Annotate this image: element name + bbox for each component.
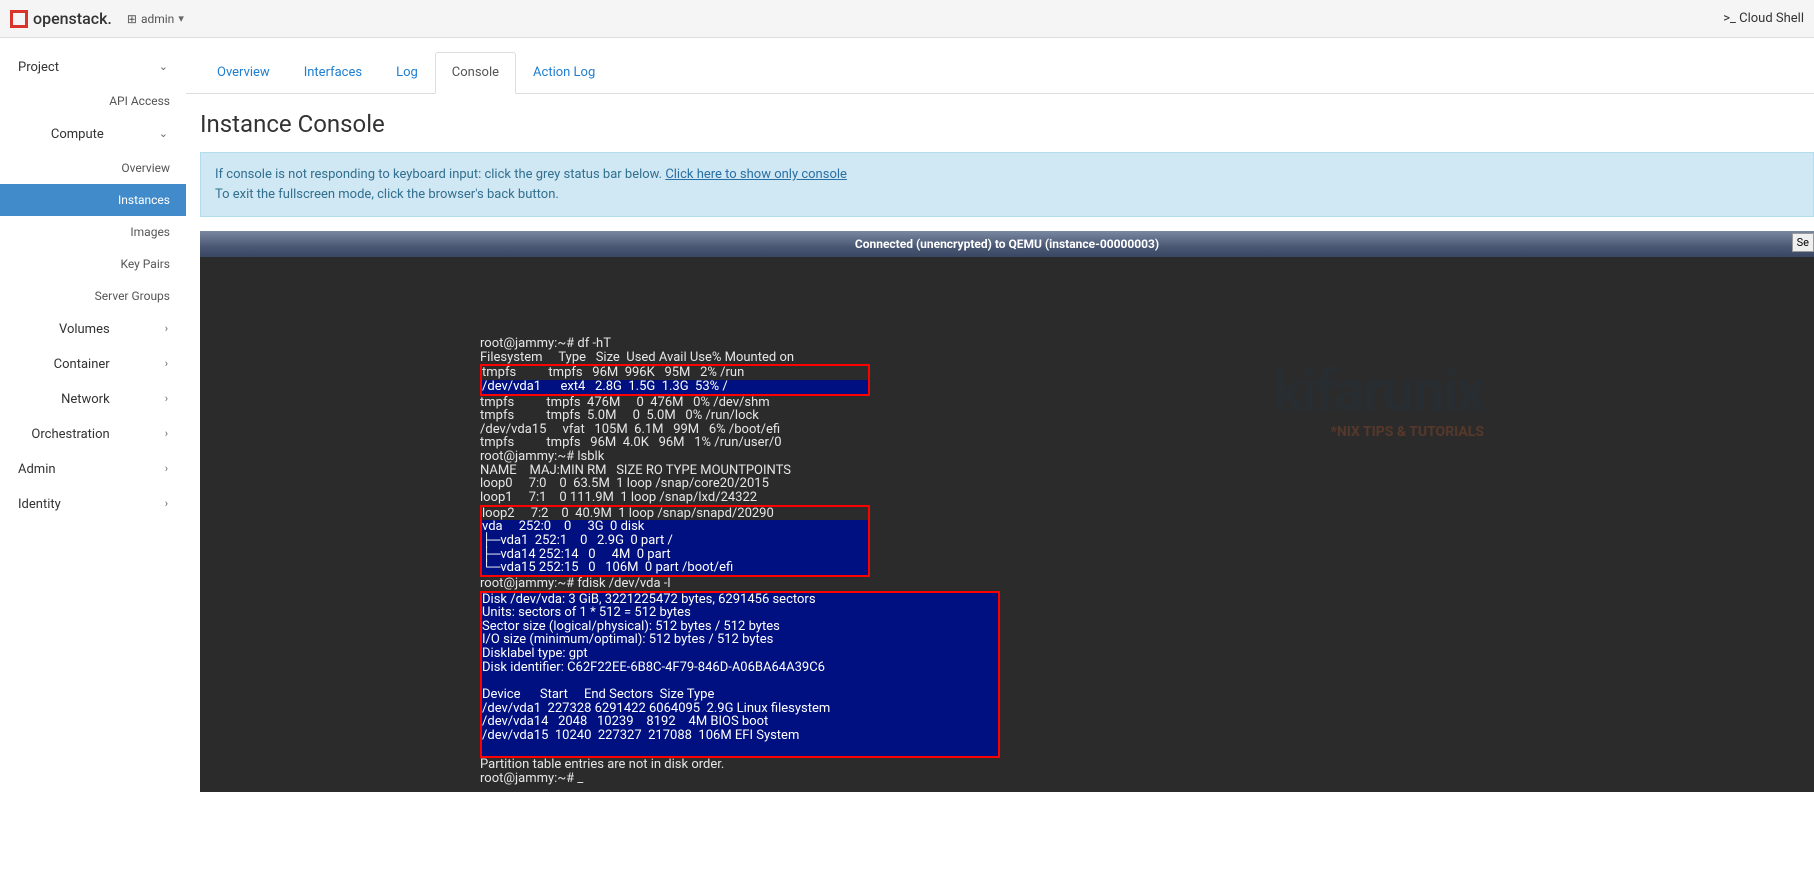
main-content: Overview Interfaces Log Console Action L…	[186, 38, 1814, 792]
chevron-right-icon: ›	[165, 462, 168, 477]
nav-container-label: Container	[54, 357, 110, 372]
terminal-output: root@jammy:~# df -hT Filesystem Type Siz…	[480, 337, 1000, 786]
console-status-text: Connected (unencrypted) to QEMU (instanc…	[855, 237, 1159, 251]
nav-orch-label: Orchestration	[31, 427, 109, 442]
chevron-right-icon: ›	[165, 497, 168, 512]
console-status-bar[interactable]: Connected (unencrypted) to QEMU (instanc…	[200, 231, 1814, 257]
nav-admin-label: Admin	[18, 462, 56, 477]
topbar: openstack. ⊞ admin ▾ >_ Cloud Shell	[0, 0, 1814, 38]
alert-line1: If console is not responding to keyboard…	[215, 167, 665, 182]
console-alert: If console is not responding to keyboard…	[200, 152, 1814, 217]
tabs: Overview Interfaces Log Console Action L…	[186, 52, 1814, 94]
domain-name: admin	[141, 12, 174, 26]
nav-volumes[interactable]: Volumes ›	[0, 312, 186, 347]
sidebar: Project ⌄ API Access Compute ⌄ Overview In…	[0, 38, 186, 792]
nav-images[interactable]: Images	[0, 216, 186, 248]
send-ctrlaltdel-button[interactable]: Se	[1792, 233, 1814, 252]
domain-selector[interactable]: ⊞ admin ▾	[127, 12, 184, 26]
alert-line2: To exit the fullscreen mode, click the b…	[215, 187, 559, 202]
chevron-right-icon: ›	[165, 392, 168, 407]
nav-compute[interactable]: Compute ⌄	[0, 117, 186, 152]
nav-project-label: Project	[18, 60, 59, 75]
vnc-console[interactable]: kifarunix *NIX TIPS & TUTORIALS root@jam…	[200, 257, 1814, 792]
tab-interfaces[interactable]: Interfaces	[287, 52, 379, 93]
nav-api-access[interactable]: API Access	[0, 85, 186, 117]
chevron-down-icon: ▾	[178, 12, 184, 25]
nav-identity[interactable]: Identity ›	[0, 487, 186, 522]
nav-keypairs[interactable]: Key Pairs	[0, 248, 186, 280]
domain-icon: ⊞	[127, 12, 137, 26]
tab-log[interactable]: Log	[379, 52, 435, 93]
page-title: Instance Console	[186, 94, 1814, 152]
nav-overview[interactable]: Overview	[0, 152, 186, 184]
nav-network-label: Network	[61, 392, 110, 407]
watermark-sub: *NIX TIPS & TUTORIALS	[1331, 425, 1485, 440]
brand-logo[interactable]: openstack.	[10, 9, 112, 28]
nav-admin[interactable]: Admin ›	[0, 452, 186, 487]
tab-actionlog[interactable]: Action Log	[516, 52, 612, 93]
nav-orchestration[interactable]: Orchestration ›	[0, 417, 186, 452]
nav-volumes-label: Volumes	[59, 322, 110, 337]
tab-overview[interactable]: Overview	[200, 52, 287, 93]
nav-project[interactable]: Project ⌄	[0, 50, 186, 85]
console-wrap: Connected (unencrypted) to QEMU (instanc…	[200, 231, 1814, 792]
chevron-down-icon: ⌄	[159, 60, 168, 75]
layout: Project ⌄ API Access Compute ⌄ Overview In…	[0, 38, 1814, 792]
chevron-right-icon: ›	[165, 357, 168, 372]
chevron-right-icon: ›	[165, 427, 168, 442]
tab-console[interactable]: Console	[435, 52, 516, 94]
topbar-left: openstack. ⊞ admin ▾	[10, 9, 184, 28]
nav-identity-label: Identity	[18, 497, 61, 512]
brand-text: openstack.	[33, 9, 112, 28]
cloud-shell-link[interactable]: >_ Cloud Shell	[1723, 11, 1804, 26]
chevron-right-icon: ›	[165, 322, 168, 337]
nav-network[interactable]: Network ›	[0, 382, 186, 417]
nav-container[interactable]: Container ›	[0, 347, 186, 382]
nav-servergroups[interactable]: Server Groups	[0, 280, 186, 312]
nav-instances[interactable]: Instances	[0, 184, 186, 216]
show-only-console-link[interactable]: Click here to show only console	[665, 167, 847, 182]
chevron-down-icon: ⌄	[159, 127, 168, 142]
nav-compute-label: Compute	[51, 127, 104, 142]
openstack-icon	[10, 10, 28, 28]
cloudshell-label: >_ Cloud Shell	[1723, 11, 1804, 26]
watermark: kifarunix	[1273, 362, 1484, 423]
